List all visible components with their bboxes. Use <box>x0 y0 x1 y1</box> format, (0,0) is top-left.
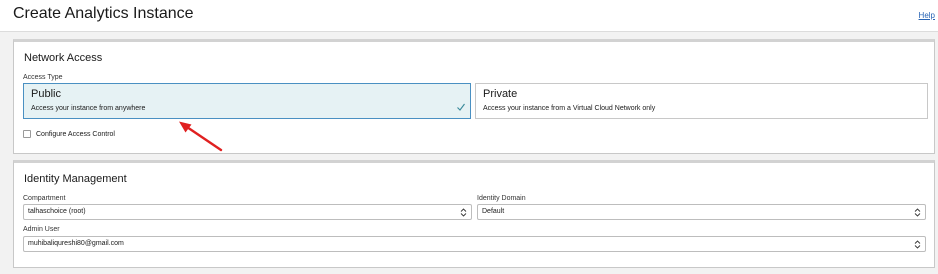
access-option-public-description: Access your instance from anywhere <box>31 105 146 112</box>
compartment-value: talhaschoice (root) <box>28 208 86 215</box>
access-option-private-description: Access your instance from a Virtual Clou… <box>483 105 656 112</box>
network-access-title: Network Access <box>24 52 103 64</box>
check-icon <box>457 103 465 111</box>
identity-domain-value: Default <box>482 208 505 215</box>
help-link[interactable]: Help <box>919 11 935 20</box>
access-control-checkbox[interactable] <box>23 130 31 138</box>
network-access-panel: Network Access Access Type Public Access… <box>13 39 935 154</box>
access-control-label: Configure Access Control <box>36 130 115 138</box>
chevron-up-down-icon <box>914 240 921 249</box>
chevron-up-down-icon <box>914 208 921 217</box>
access-option-private[interactable]: Private Access your instance from a Virt… <box>475 83 928 119</box>
admin-user-label: Admin User <box>23 226 60 233</box>
identity-management-panel: Identity Management Compartment talhasch… <box>13 160 935 268</box>
compartment-label: Compartment <box>23 195 66 202</box>
identity-domain-label: Identity Domain <box>477 195 526 202</box>
access-option-private-title: Private <box>483 88 518 100</box>
admin-user-select[interactable]: muhibaliqureshi80@gmail.com <box>23 236 926 252</box>
compartment-select[interactable]: talhaschoice (root) <box>23 204 472 220</box>
access-option-public[interactable]: Public Access your instance from anywher… <box>23 83 471 119</box>
identity-domain-select[interactable]: Default <box>477 204 926 220</box>
red-arrow-annotation <box>179 121 223 152</box>
admin-user-value: muhibaliqureshi80@gmail.com <box>28 240 124 247</box>
page-header: Create Analytics Instance Help <box>0 0 938 32</box>
access-option-public-title: Public <box>31 88 61 100</box>
chevron-up-down-icon <box>460 208 467 217</box>
identity-management-title: Identity Management <box>24 173 127 185</box>
page-title: Create Analytics Instance <box>13 5 194 22</box>
access-control-row: Configure Access Control <box>23 129 115 139</box>
access-type-label: Access Type <box>23 74 63 81</box>
